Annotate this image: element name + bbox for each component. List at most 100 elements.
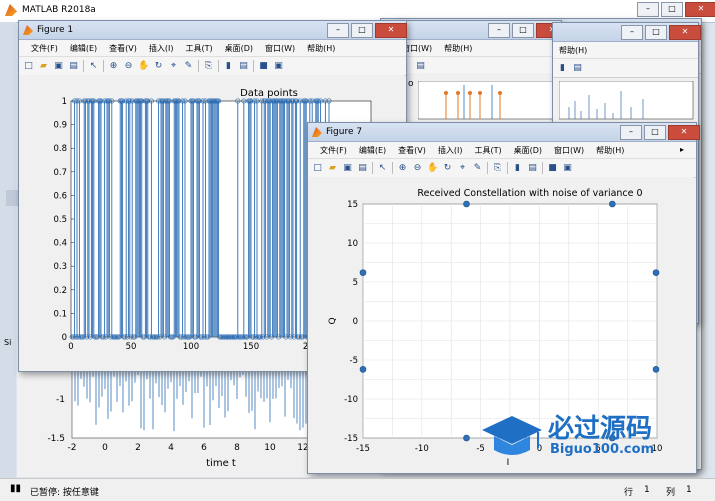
xtick-label: 8 bbox=[234, 443, 240, 453]
minimize-button[interactable]: – bbox=[327, 23, 349, 38]
figure-toolbar: □ ▰ ▣ ▤ ↖ ⊕ ⊖ ✋ ↻ ⌖ ✎ ⎘ ▮ ▤ ■ ▣ bbox=[19, 57, 406, 76]
new-file-icon[interactable]: □ bbox=[23, 61, 34, 72]
side-label: Si bbox=[4, 338, 12, 347]
menu-view[interactable]: 查看(V) bbox=[392, 145, 432, 156]
zoom-out-icon[interactable]: ⊖ bbox=[412, 163, 423, 174]
print-icon[interactable]: ▤ bbox=[68, 61, 79, 72]
new-file-icon[interactable]: □ bbox=[312, 163, 323, 174]
main-left-panel bbox=[0, 22, 16, 478]
maximize-button[interactable]: □ bbox=[661, 2, 683, 17]
hide-plot-tools-icon[interactable]: ■ bbox=[258, 61, 269, 72]
insert-legend-icon[interactable]: ▤ bbox=[238, 61, 249, 72]
ytick-label: 0 bbox=[62, 333, 67, 343]
pan-icon[interactable]: ✋ bbox=[427, 163, 438, 174]
constellation-point bbox=[463, 434, 470, 442]
rotate-icon[interactable]: ↻ bbox=[442, 163, 453, 174]
insert-colorbar-icon[interactable]: ▮ bbox=[223, 61, 234, 72]
maximize-button[interactable]: □ bbox=[645, 25, 667, 40]
partial-noise-plot bbox=[559, 81, 694, 120]
save-icon[interactable]: ▣ bbox=[53, 61, 64, 72]
figure-title: Figure 7 bbox=[326, 127, 363, 137]
ytick-label: -5 bbox=[350, 356, 358, 366]
close-button[interactable]: ✕ bbox=[668, 125, 700, 140]
show-plot-tools-icon[interactable]: ▣ bbox=[273, 61, 284, 72]
brush-icon[interactable]: ✎ bbox=[183, 61, 194, 72]
pan-icon[interactable]: ✋ bbox=[138, 61, 149, 72]
xtick-label: 2 bbox=[135, 443, 141, 453]
yaxis-label: Q bbox=[328, 317, 338, 324]
insert-legend-icon[interactable]: ▤ bbox=[527, 163, 538, 174]
menu-insert[interactable]: 插入(I) bbox=[432, 145, 469, 156]
figure-menubar: 文件(F) 编辑(E) 查看(V) 插入(I) 工具(T) 桌面(D) 窗口(W… bbox=[308, 142, 696, 159]
constellation-point bbox=[652, 366, 660, 373]
open-folder-icon[interactable]: ▰ bbox=[38, 61, 49, 72]
minimize-button[interactable]: – bbox=[637, 2, 659, 17]
brush-icon[interactable]: ✎ bbox=[472, 163, 483, 174]
ytick-label: 0.6 bbox=[53, 191, 67, 201]
xtick-label: 0 bbox=[102, 443, 108, 453]
menu-desktop[interactable]: 桌面(D) bbox=[219, 43, 259, 54]
rotate-icon[interactable]: ↻ bbox=[153, 61, 164, 72]
save-icon[interactable]: ▣ bbox=[342, 163, 353, 174]
menu-file[interactable]: 文件(F) bbox=[314, 145, 353, 156]
insert-legend-icon[interactable]: ▤ bbox=[415, 61, 426, 72]
row-label: 行 bbox=[624, 488, 634, 498]
menu-help[interactable]: 帮助(H) bbox=[590, 145, 630, 156]
menu-insert[interactable]: 插入(I) bbox=[143, 43, 180, 54]
ytick-label: 1 bbox=[62, 97, 67, 107]
xtick-label: 0 bbox=[68, 342, 73, 352]
close-button[interactable]: ✕ bbox=[375, 23, 407, 38]
status-bar: ▮▮ 已暂停: 按任意键 行 1 列 1 bbox=[0, 478, 715, 501]
figure-menubar: 文件(F) 编辑(E) 查看(V) 插入(I) 工具(T) 桌面(D) 窗口(W… bbox=[19, 40, 406, 57]
xtick-label: 6 bbox=[201, 443, 207, 453]
menu-window[interactable]: 窗口(W) bbox=[548, 145, 590, 156]
menu-view[interactable]: 查看(V) bbox=[103, 43, 143, 54]
menu-help[interactable]: 帮助(H) bbox=[438, 43, 478, 54]
insert-legend-icon[interactable]: ▤ bbox=[572, 63, 583, 74]
matlab-logo-icon bbox=[5, 4, 17, 16]
xtick-label: -15 bbox=[356, 444, 370, 454]
minimize-button[interactable]: – bbox=[488, 23, 510, 38]
ytick-label: 0.5 bbox=[53, 215, 67, 225]
zoom-in-icon[interactable]: ⊕ bbox=[108, 61, 119, 72]
maximize-button[interactable]: □ bbox=[512, 23, 534, 38]
hide-plot-tools-icon[interactable]: ■ bbox=[547, 163, 558, 174]
zoom-in-icon[interactable]: ⊕ bbox=[397, 163, 408, 174]
side-tab[interactable] bbox=[6, 190, 18, 206]
insert-colorbar-icon[interactable]: ▮ bbox=[512, 163, 523, 174]
zoom-out-icon[interactable]: ⊖ bbox=[123, 61, 134, 72]
app-title: MATLAB R2018a bbox=[22, 5, 96, 15]
link-plot-icon[interactable]: ⎘ bbox=[203, 61, 214, 72]
insert-colorbar-icon[interactable]: ▮ bbox=[557, 63, 568, 74]
ytick-label: 5 bbox=[353, 278, 358, 288]
ytick-label: 0.8 bbox=[53, 144, 67, 154]
maximize-button[interactable]: □ bbox=[351, 23, 373, 38]
menu-tools[interactable]: 工具(T) bbox=[468, 145, 507, 156]
close-button[interactable]: ✕ bbox=[669, 25, 701, 40]
print-icon[interactable]: ▤ bbox=[357, 163, 368, 174]
menu-overflow-icon[interactable]: ▸ bbox=[674, 145, 690, 154]
menu-help[interactable]: 帮助(H) bbox=[553, 45, 593, 56]
data-cursor-icon[interactable]: ⌖ bbox=[168, 61, 179, 72]
menu-edit[interactable]: 编辑(E) bbox=[353, 145, 392, 156]
xtick-label: -10 bbox=[415, 444, 429, 454]
pointer-icon[interactable]: ↖ bbox=[88, 61, 99, 72]
link-plot-icon[interactable]: ⎘ bbox=[492, 163, 503, 174]
menu-edit[interactable]: 编辑(E) bbox=[64, 43, 103, 54]
xtick-label: 100 bbox=[183, 342, 199, 352]
close-button[interactable]: ✕ bbox=[685, 2, 715, 17]
minimize-button[interactable]: – bbox=[620, 125, 642, 140]
menu-file[interactable]: 文件(F) bbox=[25, 43, 64, 54]
menu-tools[interactable]: 工具(T) bbox=[179, 43, 218, 54]
menu-desktop[interactable]: 桌面(D) bbox=[508, 145, 548, 156]
constellation-point bbox=[359, 269, 367, 276]
col-value: 1 bbox=[686, 485, 692, 495]
menu-help[interactable]: 帮助(H) bbox=[301, 43, 341, 54]
maximize-button[interactable]: □ bbox=[644, 125, 666, 140]
pointer-icon[interactable]: ↖ bbox=[377, 163, 388, 174]
minimize-button[interactable]: – bbox=[621, 25, 643, 40]
menu-window[interactable]: 窗口(W) bbox=[259, 43, 301, 54]
data-cursor-icon[interactable]: ⌖ bbox=[457, 163, 468, 174]
open-folder-icon[interactable]: ▰ bbox=[327, 163, 338, 174]
show-plot-tools-icon[interactable]: ▣ bbox=[562, 163, 573, 174]
